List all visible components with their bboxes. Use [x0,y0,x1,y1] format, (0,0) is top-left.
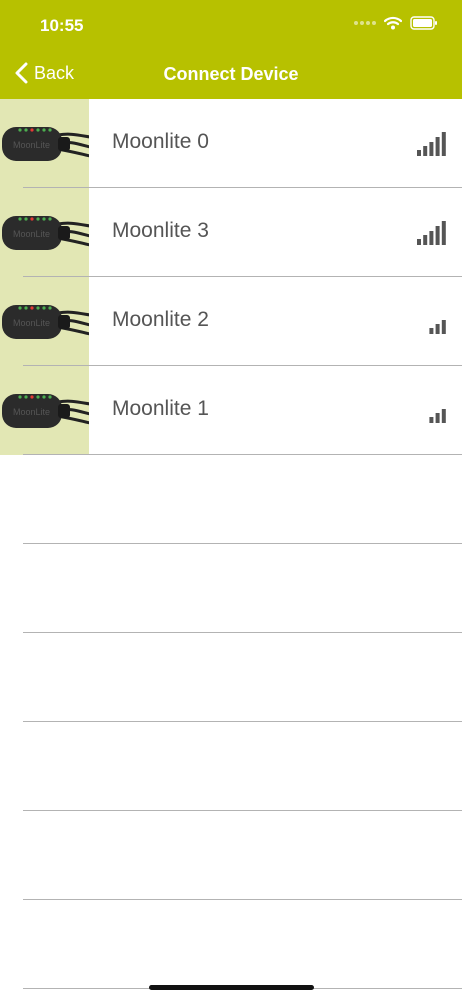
device-name: Moonlite 1 [112,397,209,420]
device-thumbnail: MoonLite [0,188,89,277]
device-name: Moonlite 0 [112,130,209,153]
empty-row [0,633,462,722]
signal-bar [435,226,440,245]
empty-row [0,811,462,900]
device-list: MoonLite Moonlite 0 MoonLite Moonlite 3 … [0,99,462,989]
signal-strength-icon [416,218,448,251]
signal-bar [441,132,446,156]
status-indicators [354,16,438,30]
signal-bar [435,137,440,156]
signal-bar [429,231,434,245]
wifi-icon [384,16,402,30]
signal-bar [423,146,428,156]
signal-strength-icon [416,307,448,340]
signal-bar [441,221,446,245]
signal-strength-icon [416,129,448,162]
device-name: Moonlite 2 [112,308,209,331]
empty-row [0,455,462,544]
signal-bar [435,324,440,334]
signal-bar [429,328,434,334]
svg-text:MoonLite: MoonLite [13,407,50,417]
device-row[interactable]: MoonLite Moonlite 0 [0,99,462,188]
home-indicator [149,985,314,990]
device-thumbnail: MoonLite [0,99,89,188]
device-thumbnail: MoonLite [0,277,89,366]
signal-bar [417,239,421,245]
battery-icon [410,16,438,30]
signal-bar [429,142,434,156]
signal-bar [417,150,421,156]
device-row[interactable]: MoonLite Moonlite 2 [0,277,462,366]
signal-bar [441,409,446,423]
empty-row [0,900,462,989]
signal-strength-icon [416,396,448,429]
device-row[interactable]: MoonLite Moonlite 1 [0,366,462,455]
device-thumbnail: MoonLite [0,366,89,455]
device-row[interactable]: MoonLite Moonlite 3 [0,188,462,277]
status-time: 10:55 [40,16,84,35]
svg-text:MoonLite: MoonLite [13,229,50,239]
device-name: Moonlite 3 [112,219,209,242]
cellular-signal-icon [354,21,376,25]
header-bar: 10:55 Back Connect Device [0,0,462,99]
signal-bar [435,413,440,423]
signal-bar [429,417,434,423]
signal-bar [441,320,446,334]
page-title: Connect Device [163,64,299,84]
svg-text:MoonLite: MoonLite [13,140,50,150]
signal-bar [423,235,428,245]
svg-text:MoonLite: MoonLite [13,318,50,328]
empty-row [0,722,462,811]
navigation-bar: Back Connect Device [0,52,462,96]
empty-row [0,544,462,633]
